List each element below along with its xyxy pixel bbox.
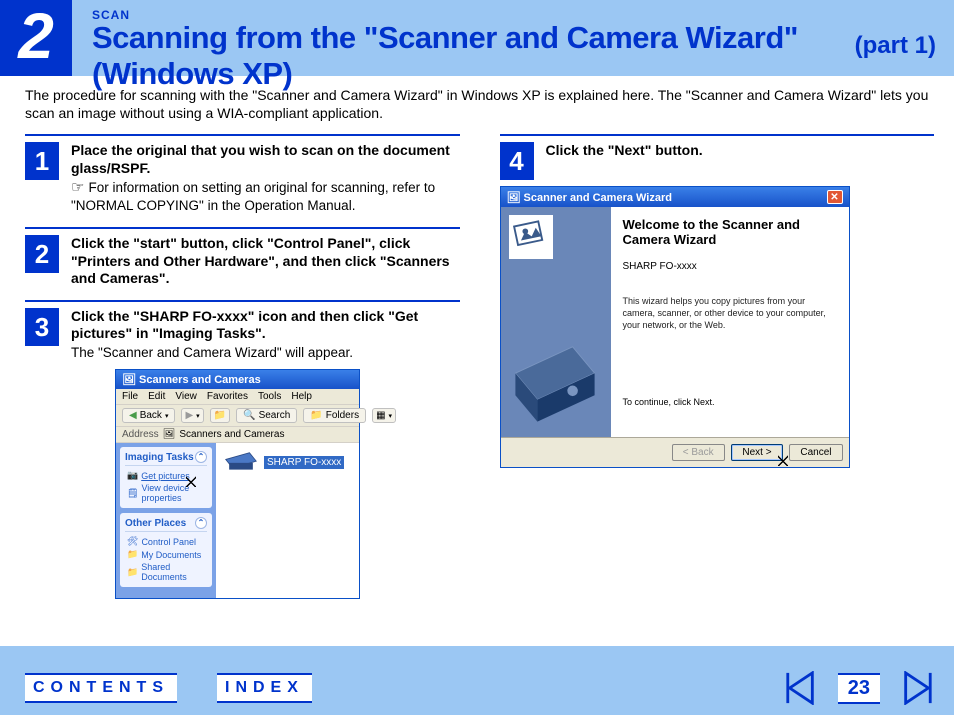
scanner-graphic-icon [511, 337, 599, 427]
step-1-title: Place the original that you wish to scan… [71, 142, 460, 177]
control-panel-icon: 🛠 [127, 536, 138, 547]
address-bar: Address 🖼 Scanners and Cameras [116, 427, 359, 443]
get-pictures-link[interactable]: Get pictures [141, 471, 190, 481]
explorer-window: 🖼 Scanners and Cameras File Edit View Fa… [115, 369, 360, 599]
explorer-toolbar: ◀Back▾ ▶▾ 📁 🔍Search 📁Folders ▦▾ [116, 405, 359, 427]
chevron-up-icon[interactable]: ⌃ [195, 451, 207, 463]
address-label: Address [122, 429, 159, 440]
imaging-tasks-panel: Imaging Tasks⌃ 📷Get pictures 🗒View devic… [120, 447, 212, 508]
explorer-sidebar: Imaging Tasks⌃ 📷Get pictures 🗒View devic… [116, 443, 216, 598]
views-button[interactable]: ▦▾ [372, 408, 396, 423]
content-area: The procedure for scanning with the "Sca… [0, 76, 954, 646]
step-2-title: Click the "start" button, click "Control… [71, 235, 460, 288]
wizard-continue: To continue, click Next. [623, 397, 837, 407]
menu-view[interactable]: View [175, 391, 197, 402]
step-1-sub: ☞For information on setting an original … [71, 179, 460, 215]
next-page-button[interactable] [898, 671, 936, 705]
right-column: 4 Click the "Next" button. 🖼 Scanner and… [500, 130, 935, 611]
arrow-right-icon [898, 671, 936, 705]
part-label: (part 1) [855, 0, 954, 60]
device-label: SHARP FO-xxxx [264, 456, 344, 469]
camera-icon: 📷 [127, 470, 138, 481]
wizard-next-button[interactable]: Next > [731, 444, 782, 461]
step-2-number: 2 [25, 235, 59, 273]
folder-icon: 📁 [127, 567, 138, 578]
chevron-up-icon[interactable]: ⌃ [195, 517, 207, 529]
wizard-content: Welcome to the Scanner and Camera Wizard… [611, 207, 849, 437]
wizard-cancel-button[interactable]: Cancel [789, 444, 842, 461]
address-value: Scanners and Cameras [179, 429, 284, 440]
menu-help[interactable]: Help [291, 391, 312, 402]
step-1: 1 Place the original that you wish to sc… [25, 134, 460, 215]
properties-icon: 🗒 [127, 488, 138, 499]
view-properties-link[interactable]: View device properties [141, 483, 207, 503]
other-places-title: Other Places [125, 518, 186, 529]
my-documents-link[interactable]: My Documents [141, 550, 201, 560]
menu-edit[interactable]: Edit [148, 391, 165, 402]
explorer-menubar: File Edit View Favorites Tools Help [116, 389, 359, 405]
explorer-body: Imaging Tasks⌃ 📷Get pictures 🗒View devic… [116, 443, 359, 598]
contents-button[interactable]: CONTENTS [25, 673, 177, 703]
control-panel-link[interactable]: Control Panel [141, 537, 196, 547]
arrow-left-icon [782, 671, 820, 705]
menu-tools[interactable]: Tools [258, 391, 281, 402]
prev-page-button[interactable] [782, 671, 820, 705]
folders-button[interactable]: 📁Folders [303, 408, 366, 423]
wizard-window: 🖼 Scanner and Camera Wizard ✕ [500, 186, 850, 468]
other-places-panel: Other Places ⌃ 🛠Control Panel 📁My Documen… [120, 513, 212, 587]
scanner-folder-icon: 🖼 [163, 429, 176, 440]
step-4-title: Click the "Next" button. [546, 142, 935, 160]
scanner-icon [224, 451, 258, 473]
forward-button[interactable]: ▶▾ [181, 408, 203, 423]
wizard-title: Scanner and Camera Wizard [524, 192, 672, 204]
explorer-title: Scanners and Cameras [139, 374, 261, 386]
step-3-number: 3 [25, 308, 59, 346]
window-icon: 🖼 [122, 374, 136, 386]
step-3-sub: The "Scanner and Camera Wizard" will app… [71, 345, 460, 362]
folder-icon: 📁 [127, 549, 138, 560]
step-3-title: Click the "SHARP FO-xxxx" icon and then … [71, 308, 460, 343]
wizard-banner [501, 207, 611, 437]
step-4-number: 4 [500, 142, 534, 180]
wizard-banner-icon [509, 215, 553, 259]
wizard-body: Welcome to the Scanner and Camera Wizard… [501, 207, 849, 437]
page-footer: CONTENTS INDEX 23 [25, 671, 936, 705]
header-text-block: SCAN Scanning from the "Scanner and Came… [72, 0, 855, 92]
explorer-main: SHARP FO-xxxx [216, 443, 359, 598]
close-button[interactable]: ✕ [827, 190, 843, 204]
wizard-titlebar[interactable]: 🖼 Scanner and Camera Wizard ✕ [501, 187, 849, 207]
left-column: 1 Place the original that you wish to sc… [25, 130, 460, 611]
step-3: 3 Click the "SHARP FO-xxxx" icon and the… [25, 300, 460, 600]
wizard-description: This wizard helps you copy pictures from… [623, 296, 837, 331]
imaging-tasks-title: Imaging Tasks [125, 452, 194, 463]
menu-file[interactable]: File [122, 391, 138, 402]
index-button[interactable]: INDEX [217, 673, 312, 703]
search-button[interactable]: 🔍Search [236, 408, 297, 423]
device-icon-row[interactable]: SHARP FO-xxxx [224, 451, 351, 473]
back-button[interactable]: ◀Back▾ [122, 408, 175, 423]
step-1-number: 1 [25, 142, 59, 180]
up-button[interactable]: 📁 [210, 408, 230, 423]
explorer-titlebar[interactable]: 🖼 Scanners and Cameras [116, 370, 359, 389]
shared-documents-link[interactable]: Shared Documents [141, 562, 207, 582]
chapter-number: 2 [0, 0, 72, 76]
step-2: 2 Click the "start" button, click "Contr… [25, 227, 460, 288]
page-number: 23 [838, 673, 880, 704]
page-title: Scanning from the "Scanner and Camera Wi… [92, 20, 855, 92]
intro-text: The procedure for scanning with the "Sca… [25, 86, 934, 122]
wizard-device: SHARP FO-xxxx [623, 261, 837, 272]
step-4: 4 Click the "Next" button. 🖼 Scanner and… [500, 134, 935, 468]
wizard-button-row: < Back Next > Cancel [501, 437, 849, 467]
wizard-heading: Welcome to the Scanner and Camera Wizard [623, 217, 837, 247]
menu-favorites[interactable]: Favorites [207, 391, 248, 402]
pointer-icon: ☞ [71, 179, 84, 196]
page-header: 2 SCAN Scanning from the "Scanner and Ca… [0, 0, 954, 76]
wizard-icon: 🖼 [507, 192, 521, 204]
wizard-back-button[interactable]: < Back [672, 444, 725, 461]
